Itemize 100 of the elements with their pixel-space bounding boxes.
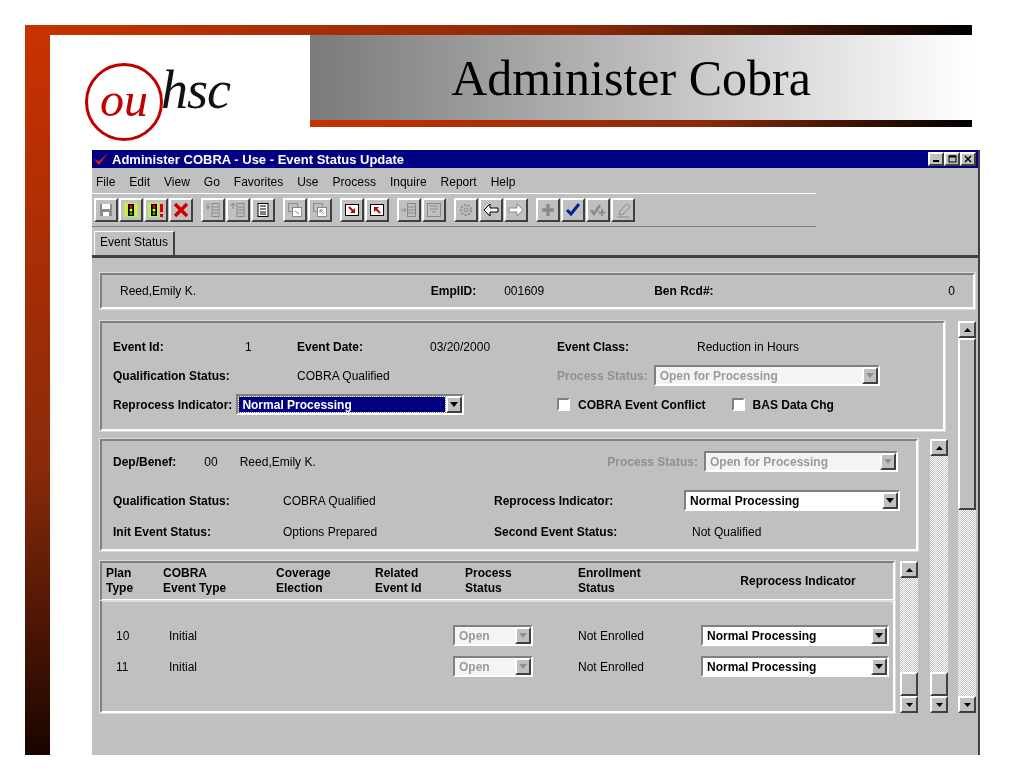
- dropdown-button[interactable]: [871, 658, 887, 675]
- field-label: EmplID:: [430, 284, 477, 298]
- triangle-up-icon: [905, 567, 913, 572]
- dropdown-button[interactable]: [871, 627, 887, 644]
- toolbar-button[interactable]: [144, 198, 168, 222]
- menu-item[interactable]: Use: [297, 175, 319, 189]
- checkbox[interactable]: [557, 398, 570, 412]
- arrow-left-icon: [483, 202, 499, 218]
- dropdown[interactable]: Normal Processing: [701, 656, 889, 677]
- field-value: 001609: [504, 284, 545, 298]
- scrollbar[interactable]: [900, 561, 918, 713]
- menu-item[interactable]: Help: [490, 175, 516, 189]
- triangle-down-icon: [963, 702, 971, 707]
- app-icon: [94, 153, 108, 165]
- field-value: 00: [204, 454, 218, 469]
- menu-item[interactable]: File: [96, 175, 116, 189]
- menu-item[interactable]: Process: [332, 175, 376, 189]
- field-value: Options Prepared: [283, 525, 379, 539]
- slide-title: Administer Cobra: [451, 48, 811, 107]
- gear-icon: [458, 202, 474, 218]
- toolbar-button[interactable]: [365, 198, 389, 222]
- caret-icon: [875, 664, 883, 669]
- employee-name: Reed,Emily K.: [120, 284, 197, 298]
- toolbar-button[interactable]: [119, 198, 143, 222]
- field-label: Event Class:: [557, 340, 631, 355]
- scrollbar[interactable]: [958, 321, 976, 713]
- close-icon: [963, 155, 973, 163]
- overlapping-windows-icon: [312, 202, 328, 218]
- check-plus-icon: [590, 202, 606, 218]
- checkbox[interactable]: [731, 398, 745, 412]
- dropdown[interactable]: Normal Processing: [684, 490, 900, 511]
- scroll-up-button[interactable]: [958, 321, 976, 338]
- menu-item[interactable]: Inquire: [389, 175, 427, 189]
- field-label: Ben Rcd#:: [654, 284, 714, 298]
- overlapping-windows-icon: [287, 202, 303, 218]
- dropdown-button[interactable]: [882, 492, 898, 509]
- toolbar-button[interactable]: [561, 198, 585, 222]
- field-value: 0: [948, 284, 955, 298]
- list-arrow-right-icon: [401, 202, 417, 218]
- list-arrow-down-icon: [205, 202, 221, 218]
- caret-icon: [450, 402, 459, 408]
- arrow-right-icon: [508, 202, 524, 218]
- scroll-down-button[interactable]: [958, 696, 976, 713]
- close-button[interactable]: [960, 152, 976, 166]
- field-label: Event Date:: [297, 340, 365, 355]
- dropdown[interactable]: Normal Processing: [236, 394, 465, 416]
- toolbar-button[interactable]: [169, 198, 193, 222]
- table-cell-text: 11: [115, 659, 130, 674]
- field-label: Qualification Status:: [113, 369, 231, 383]
- minimize-button[interactable]: [928, 152, 944, 166]
- logo-text: hsc: [161, 59, 230, 121]
- field-label: Reprocess Indicator:: [113, 397, 233, 412]
- dropdown-button[interactable]: [446, 396, 463, 414]
- caret-icon: [875, 633, 883, 638]
- menu-item[interactable]: Go: [203, 175, 220, 189]
- field-value: 03/20/2000: [430, 340, 492, 355]
- caret-icon: [519, 633, 527, 638]
- maximize-button[interactable]: [944, 152, 960, 166]
- tab[interactable]: Event Status: [94, 231, 176, 255]
- scroll-up-button[interactable]: [930, 439, 948, 456]
- scroll-thumb[interactable]: [900, 672, 918, 696]
- checkbox-label: BAS Data Chg: [752, 397, 834, 412]
- caret-icon: [886, 498, 894, 503]
- menu-item[interactable]: Edit: [129, 175, 151, 189]
- scroll-up-button[interactable]: [900, 561, 918, 578]
- field-label: Init Event Status:: [113, 525, 212, 539]
- dropdown[interactable]: Normal Processing: [701, 625, 889, 646]
- field-label: Reprocess Indicator:: [494, 493, 615, 508]
- field-value: COBRA Qualified: [297, 369, 391, 383]
- x-mark-icon: [173, 202, 189, 218]
- triangle-down-icon: [905, 702, 913, 707]
- field-value: 1: [245, 340, 253, 355]
- field-label: Event Id:: [113, 340, 165, 355]
- triangle-up-icon: [935, 445, 943, 450]
- field-value: Not Qualified: [692, 525, 763, 539]
- traffic-light-alert-icon: [148, 202, 164, 218]
- scroll-down-button[interactable]: [930, 696, 948, 713]
- scroll-down-button[interactable]: [900, 696, 918, 713]
- menu-item[interactable]: Favorites: [233, 175, 284, 189]
- toolbar-button[interactable]: [479, 198, 503, 222]
- field-value: COBRA Qualified: [283, 493, 377, 508]
- toolbar-button[interactable]: [251, 198, 275, 222]
- menu-item[interactable]: Report: [440, 175, 477, 189]
- table-cell-text: Not Enrolled: [578, 659, 646, 674]
- toolbar-button[interactable]: [340, 198, 364, 222]
- check-icon: [565, 202, 581, 218]
- field-label: Dep/Benef:: [113, 454, 177, 469]
- plus-icon: [540, 202, 556, 218]
- column-header: Reprocess Indicator: [739, 573, 857, 589]
- column-header: Plan Type: [106, 566, 135, 596]
- arrow-up-left-icon: [369, 202, 385, 218]
- list-arrow-up-icon: [230, 202, 246, 218]
- caret-icon: [865, 373, 874, 379]
- scrollbar[interactable]: [930, 439, 948, 713]
- scroll-thumb[interactable]: [958, 338, 976, 510]
- field-value: Reed,Emily K.: [239, 454, 316, 469]
- triangle-up-icon: [963, 327, 971, 332]
- scroll-thumb[interactable]: [930, 672, 948, 696]
- field-label: Qualification Status:: [113, 493, 231, 508]
- menu-item[interactable]: View: [164, 175, 190, 189]
